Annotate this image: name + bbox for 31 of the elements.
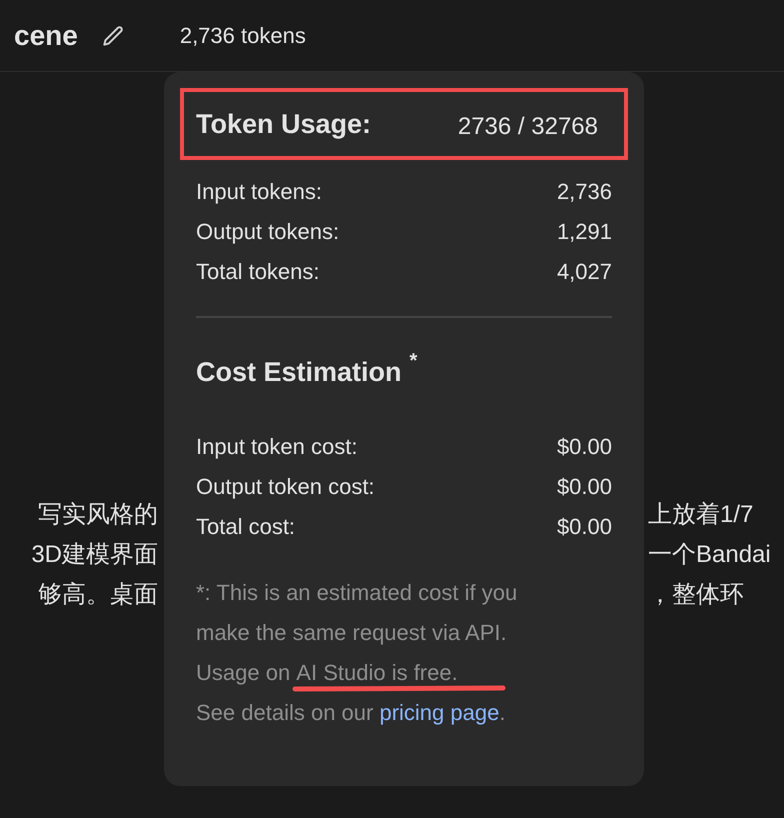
row-label: Input tokens: <box>196 178 322 206</box>
cost-note: make the same request via API. <box>196 618 508 647</box>
row-label: Total tokens: <box>196 258 320 286</box>
prompt-text: 上放着1/7 <box>648 500 754 529</box>
row-value: $0.00 <box>556 432 612 460</box>
token-count: 2,736 tokens <box>180 22 306 50</box>
prompt-text: 够高。桌面 <box>38 580 158 609</box>
row-label: Output tokens: <box>196 218 340 246</box>
pricing-link[interactable]: pricing page <box>379 692 500 732</box>
page-title: cene <box>14 18 78 52</box>
prompt-text: 3D建模界面 <box>31 540 158 569</box>
footnote-mark: * <box>410 349 418 374</box>
usage-value: 2736 / 32768 <box>458 112 598 142</box>
row-value: 1,291 <box>556 218 612 246</box>
cost-note: Usage on <box>196 658 292 687</box>
row-value: $0.00 <box>556 512 612 540</box>
row-label: Output token cost: <box>196 472 375 500</box>
popup-title: Token Usage: <box>196 108 372 141</box>
section-title: Cost Estimation <box>196 356 402 389</box>
row-label: Input token cost: <box>196 432 358 460</box>
row-value: $0.00 <box>556 472 612 500</box>
highlighted-note: AI Studio is free. <box>296 652 458 692</box>
row-label: Total cost: <box>196 512 296 540</box>
prompt-text: ，整体环 <box>648 580 744 609</box>
cost-note: . <box>499 698 506 726</box>
prompt-text: 写实风格的 <box>38 500 158 529</box>
row-value: 4,027 <box>556 258 612 286</box>
cost-note: *: This is an estimated cost if you <box>196 578 518 607</box>
prompt-text: 一个Bandai <box>648 540 771 569</box>
row-value: 2,736 <box>556 178 612 206</box>
cost-note: See details on our <box>196 698 374 726</box>
